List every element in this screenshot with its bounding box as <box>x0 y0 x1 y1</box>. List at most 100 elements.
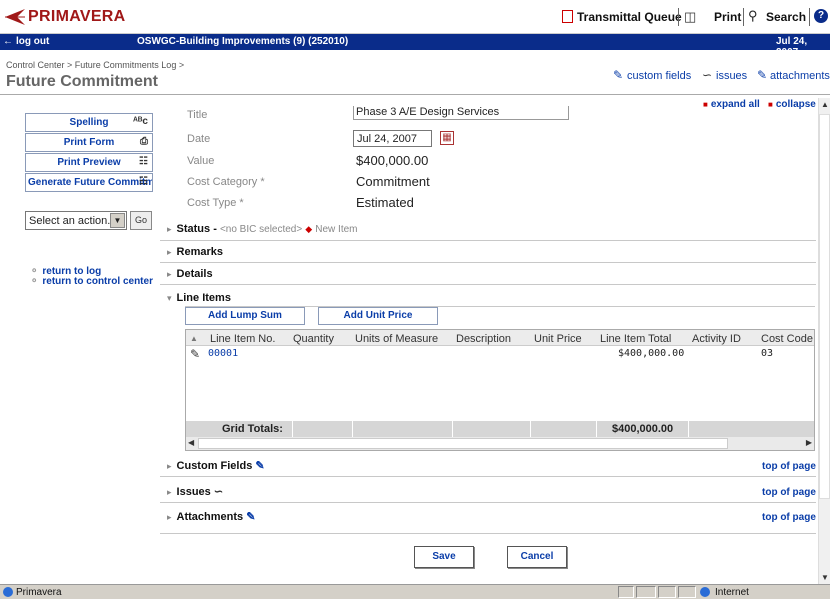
current-date: Jul 24, 2007 <box>776 36 808 58</box>
column-header-unit-price[interactable]: Unit Price <box>534 333 582 345</box>
scroll-right-icon[interactable]: ▶ <box>806 438 812 447</box>
date-input[interactable]: Jul 24, 2007 <box>353 130 432 147</box>
app-logo: PRIMAVERA <box>28 8 126 25</box>
divider <box>530 421 531 437</box>
table-row[interactable]: ✎ 00001 $400,000.00 03 <box>186 346 814 361</box>
grid-totals-value: $400,000.00 <box>612 423 674 435</box>
scroll-up-icon[interactable]: ▲ <box>821 100 829 109</box>
cancel-button[interactable]: Cancel <box>507 546 567 568</box>
generate-future-commitment-button[interactable]: Generate Future Commitme ☷ <box>25 173 153 192</box>
line-item-no-cell[interactable]: 00001 <box>208 348 238 359</box>
chevron-down-icon: ▼ <box>110 213 125 228</box>
line-items-section-toggle[interactable]: ▾ Line Items <box>167 292 231 304</box>
divider <box>160 476 816 477</box>
return-to-control-center-link[interactable]: ⚬ return to control center <box>30 276 153 287</box>
attachments-section-toggle[interactable]: ▸ Attachments ✎ <box>167 510 255 523</box>
horizontal-scrollbar[interactable]: ◀ ▶ <box>186 437 814 450</box>
top-of-page-link[interactable]: top of page <box>762 461 816 472</box>
date-label: Date <box>187 133 211 145</box>
top-bar: PRIMAVERA Transmittal Queue ◫ Print ⚲ Se… <box>0 0 830 34</box>
column-header-cost-code[interactable]: Cost Code <box>761 333 813 345</box>
action-select[interactable]: Select an action... ▼ <box>25 211 127 230</box>
transmittal-icon <box>562 10 573 23</box>
edit-icon[interactable]: ✎ <box>190 347 200 361</box>
item-state: New Item <box>315 224 358 235</box>
internet-zone-icon <box>700 587 710 597</box>
print-form-button[interactable]: Print Form ⎙ <box>25 133 153 152</box>
custom-fields-icon: ✎ <box>255 460 265 472</box>
search-icon: ⚲ <box>748 8 758 23</box>
scroll-left-icon[interactable]: ◀ <box>188 438 194 447</box>
sort-up-icon[interactable]: ▲ <box>190 334 198 343</box>
project-name: OSWGC-Building Improvements (9) (252010) <box>137 36 349 47</box>
search-link[interactable]: Search <box>766 10 806 24</box>
column-header-line-item-total[interactable]: Line Item Total <box>600 333 671 345</box>
project-bar: ← log out OSWGC-Building Improvements (9… <box>0 34 830 58</box>
expand-all-link[interactable]: ■ expand all <box>703 99 760 110</box>
top-of-page-link[interactable]: top of page <box>762 512 816 523</box>
grid-totals-label: Grid Totals: <box>222 423 283 435</box>
save-button[interactable]: Save <box>414 546 474 568</box>
divider <box>352 421 353 437</box>
attachments-icon: ✎ <box>246 511 256 523</box>
chevron-right-icon: ▸ <box>167 512 172 522</box>
logout-link[interactable]: log out <box>16 36 49 47</box>
custom-fields-icon: ✎ <box>613 68 624 82</box>
value-label: Value <box>187 155 215 167</box>
security-zone: Internet <box>715 587 749 598</box>
custom-fields-section-toggle[interactable]: ▸ Custom Fields ✎ <box>167 459 265 472</box>
spellcheck-icon: ᴬᴮc <box>133 116 148 127</box>
spelling-button[interactable]: Spelling ᴬᴮc <box>25 113 153 132</box>
column-header-units[interactable]: Units of Measure <box>355 333 438 345</box>
breadcrumb[interactable]: Control Center > Future Commitments Log … <box>6 60 184 70</box>
go-button[interactable]: Go <box>130 211 152 230</box>
print-link[interactable]: Print <box>714 10 741 24</box>
cost-category-label: Cost Category * <box>187 176 265 188</box>
help-icon[interactable]: ? <box>814 9 828 23</box>
custom-fields-link[interactable]: custom fields <box>627 70 691 82</box>
top-of-page-link[interactable]: top of page <box>762 487 816 498</box>
issues-link[interactable]: issues <box>716 70 747 82</box>
primavera-logo-icon <box>5 9 25 25</box>
browser-status-bar: Primavera Internet <box>0 584 830 599</box>
chevron-right-icon: ▸ <box>167 247 172 257</box>
divider <box>160 284 816 285</box>
calendar-icon[interactable]: ▦ <box>440 131 454 145</box>
column-header-activity-id[interactable]: Activity ID <box>692 333 741 345</box>
chevron-right-icon: ▸ <box>167 461 172 471</box>
chevron-right-icon: ▸ <box>167 224 172 234</box>
scroll-thumb[interactable] <box>198 438 728 449</box>
transmittal-queue-link[interactable]: Transmittal Queue <box>577 10 682 24</box>
divider <box>0 94 830 95</box>
details-section-toggle[interactable]: ▸ Details <box>167 268 213 280</box>
title-input[interactable]: Phase 3 A/E Design Services <box>353 106 569 120</box>
issues-section-toggle[interactable]: ▸ Issues ∽ <box>167 485 223 498</box>
add-lump-sum-button[interactable]: Add Lump Sum <box>185 307 305 325</box>
printer-icon: ⎙ <box>140 136 148 147</box>
cost-code-cell: 03 <box>761 348 774 359</box>
preview-icon: ☷ <box>139 156 148 167</box>
status-section-toggle[interactable]: ▸ Status - <no BIC selected> ◆ New Item <box>167 223 358 235</box>
chevron-down-icon: ▾ <box>167 293 172 303</box>
scroll-thumb[interactable] <box>819 114 830 499</box>
add-unit-price-button[interactable]: Add Unit Price <box>318 307 438 325</box>
bullet-icon: ■ <box>768 100 773 109</box>
title-label: Title <box>187 109 208 121</box>
chevron-right-icon: ▸ <box>167 269 172 279</box>
scroll-down-icon[interactable]: ▼ <box>821 573 829 582</box>
divider <box>596 421 597 437</box>
column-header-line-item-no[interactable]: Line Item No. <box>210 333 275 345</box>
print-preview-button[interactable]: Print Preview ☷ <box>25 153 153 172</box>
paperclip-icon: ∽ <box>213 486 224 498</box>
vertical-scrollbar[interactable]: ▲ ▼ <box>818 98 830 584</box>
bullet-icon: ■ <box>703 100 708 109</box>
value-amount: $400,000.00 <box>356 153 429 168</box>
status-panel <box>658 586 676 598</box>
print-icon: ◫ <box>684 9 697 24</box>
column-header-description[interactable]: Description <box>456 333 511 345</box>
remarks-section-toggle[interactable]: ▸ Remarks <box>167 246 223 258</box>
column-header-quantity[interactable]: Quantity <box>293 333 334 345</box>
attachments-link[interactable]: attachments <box>770 70 830 82</box>
divider <box>688 421 689 437</box>
cost-category-value: Commitment <box>356 174 430 189</box>
